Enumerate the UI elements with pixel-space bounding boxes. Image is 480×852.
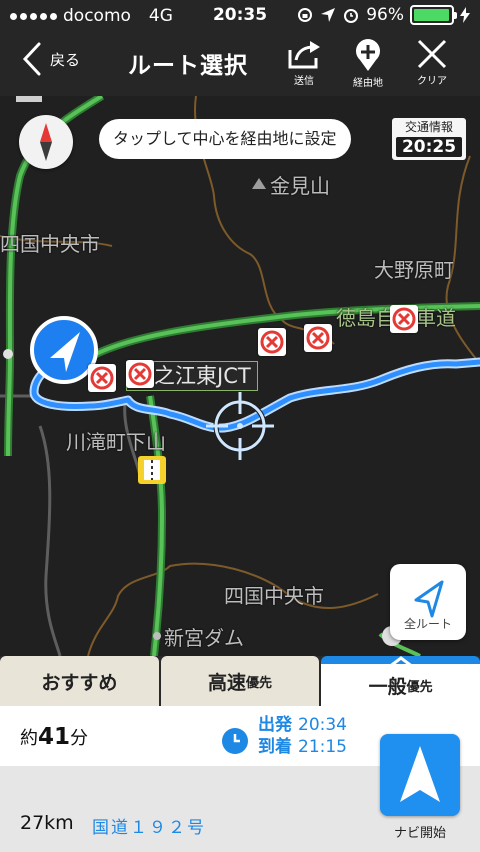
local-road [38,425,62,656]
route-times: 出発 20:34 到着 21:15 [222,714,347,758]
duration-prefix: 約 [20,728,38,749]
compass-button[interactable] [19,115,73,169]
crosshair-icon [206,392,274,460]
page-title: ルート選択 [128,53,248,79]
arrive-time: 21:15 [298,737,347,757]
route-distance: 27km [20,812,74,834]
chevron-left-icon [22,42,41,76]
status-right: 96% [296,5,470,25]
clear-button[interactable]: クリア [404,38,460,87]
tab-general-label: 一般 [368,675,407,698]
back-button[interactable]: 戻る [22,42,80,76]
depart-label: 出発 [258,715,292,735]
tab-general-suffix: 優先 [406,679,433,695]
route-duration: 約41分 [20,724,88,750]
map-view[interactable]: タップして中心を経由地に設定 交通情報 20:25 金見山 四国中央市 大野原町… [0,96,480,656]
arrive-label: 到着 [258,737,292,757]
tab-recommended-label: おすすめ [41,671,118,694]
clock-icon [222,728,248,754]
alarm-icon [344,9,359,23]
status-bar: docomo 4G 20:35 96% [0,0,480,32]
navigation-arrow-icon [400,746,440,802]
depart-time: 20:34 [298,715,347,735]
current-location-icon [30,316,98,384]
tab-highway-label: 高速 [207,671,246,694]
road-closure-icon [390,305,418,333]
back-label: 戻る [50,50,81,69]
traffic-info-badge[interactable]: 交通情報 20:25 [392,118,466,160]
duration-value: 41 [38,724,71,750]
dam-icon [153,632,161,640]
depart-row: 出発 20:34 [258,714,347,736]
waypoint-hint: タップして中心を経由地に設定 [99,119,351,159]
traffic-info-time: 20:25 [396,137,462,157]
send-button[interactable]: 送信 [276,38,332,87]
map-label-kanamiyama: 金見山 [270,174,330,198]
tab-recommended[interactable]: おすすめ [0,656,159,706]
clear-label: クリア [417,76,447,87]
road-closure-icon [88,364,116,392]
road-closure-icon [126,360,154,388]
waypoint-label: 経由地 [353,78,383,89]
traffic-info-label: 交通情報 [404,120,453,134]
add-waypoint-button[interactable]: 経由地 [340,38,396,89]
map-label-shikoku-chuo-top: 四国中央市 [0,232,100,256]
start-navigation-label: ナビ開始 [393,826,446,841]
header: docomo 4G 20:35 96% 戻る ルート選択 送信 経由地 クリア [0,0,480,96]
duration-unit: 分 [70,728,89,749]
chevron-up-icon [387,656,414,669]
add-waypoint-icon [356,39,380,71]
battery-percent: 96% [366,5,404,25]
tab-highway[interactable]: 高速 優先 [160,656,320,706]
junction-icon [3,349,13,359]
arrive-row: 到着 21:15 [258,736,347,758]
close-icon [417,39,447,69]
orientation-lock-icon [298,8,313,22]
all-route-button[interactable]: 全ルート [390,564,466,640]
battery-icon [410,5,457,25]
battery-fill [414,9,449,21]
send-label: 送信 [294,76,314,87]
road-closure-icon [304,324,332,352]
nav-bar: 戻る ルート選択 送信 経由地 クリア [0,32,480,96]
all-route-label: 全ルート [403,617,452,631]
map-label-shikoku-chuo-bottom: 四国中央市 [224,584,324,608]
share-icon [288,41,320,69]
road-closure-icon [258,328,286,356]
tab-highway-suffix: 優先 [246,675,273,691]
compass-icon [40,123,52,161]
mountain-icon [252,178,266,189]
tab-general[interactable]: 一般 優先 [321,656,480,706]
time-rows: 出発 20:34 到着 21:15 [258,714,347,758]
location-icon [321,8,336,22]
map-label-kawataki: 川滝町下山 [66,430,166,454]
start-navigation-button[interactable] [380,734,460,816]
map-edge-marker [16,96,42,102]
lane-sign-icon [138,456,166,484]
map-label-shingu-dam: 新宮ダム [164,626,244,650]
route-summary-panel: 約41分 出発 20:34 到着 21:15 27km 国道１９２号 ナビ開始 [0,706,480,852]
route-type-tabs: おすすめ 高速 優先 一般 優先 [0,656,480,706]
route-road-name: 国道１９２号 [92,818,206,838]
charging-icon [460,7,470,23]
map-label-ono-bara: 大野原町 [374,258,454,282]
